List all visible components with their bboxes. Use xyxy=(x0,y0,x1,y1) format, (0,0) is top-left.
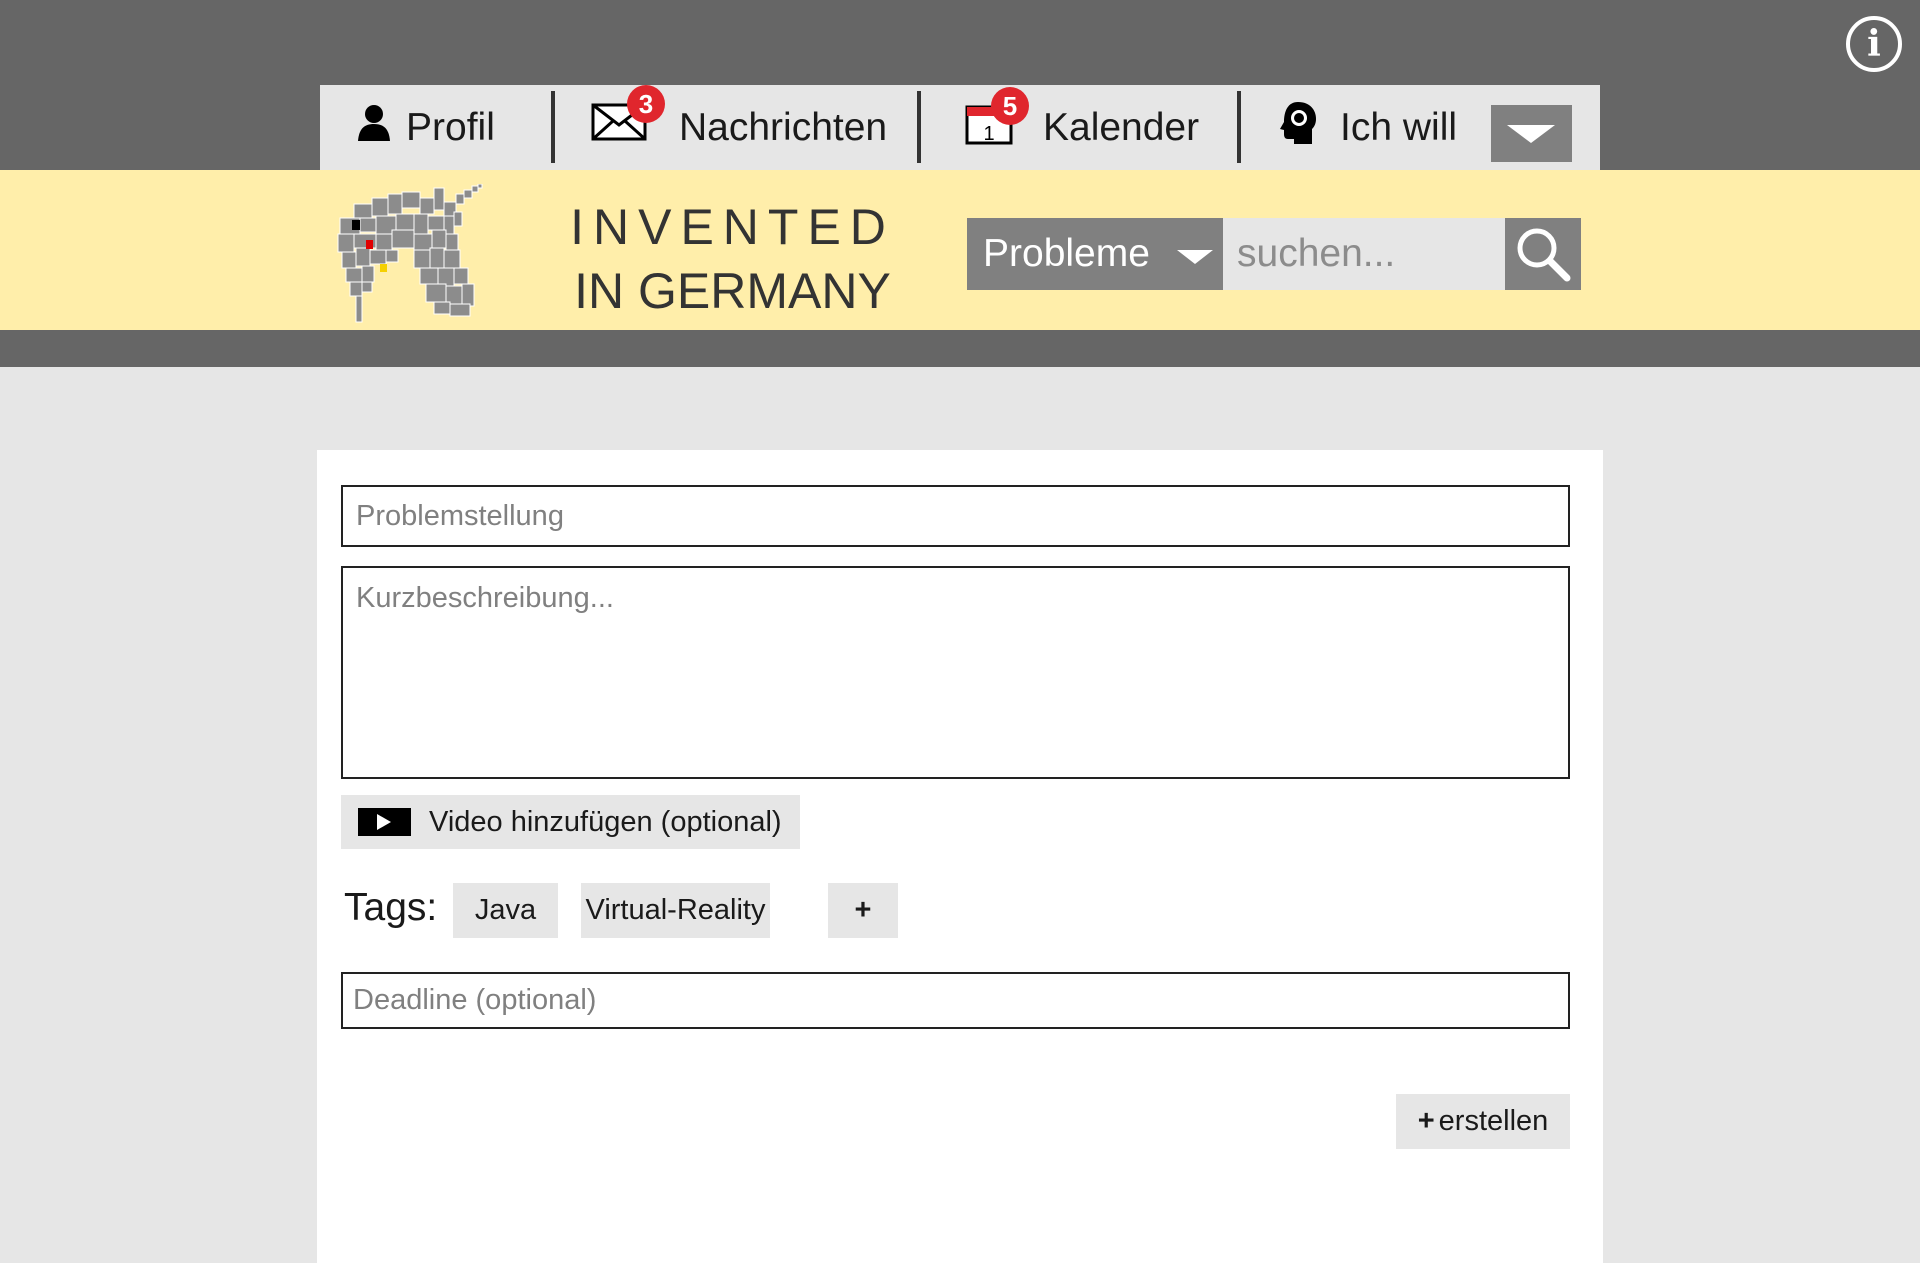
head-idea-icon xyxy=(1278,100,1318,156)
brand-title-line1: INVENTED xyxy=(570,199,895,255)
nav-item-nachrichten[interactable]: 3 Nachrichten xyxy=(591,84,888,170)
play-icon xyxy=(358,808,411,836)
nav-label-nachrichten: Nachrichten xyxy=(679,105,888,149)
user-icon xyxy=(356,104,392,152)
envelope-icon: 3 xyxy=(591,84,665,153)
add-video-label: Video hinzufügen (optional) xyxy=(429,805,782,838)
nav-label-profil: Profil xyxy=(406,105,495,149)
plus-icon: + xyxy=(1417,1105,1435,1137)
search-category-select[interactable]: Probleme xyxy=(967,218,1223,290)
create-problem-form: Video hinzufügen (optional) Tags: Java V… xyxy=(317,450,1603,1263)
search-icon xyxy=(1517,228,1571,282)
nav-divider xyxy=(1237,91,1241,163)
calendar-icon: 1 5 xyxy=(965,86,1029,155)
header-bottom-bar xyxy=(0,330,1920,367)
description-field[interactable] xyxy=(341,566,1570,779)
calendar-day-number: 1 xyxy=(983,123,994,145)
problem-title-field[interactable] xyxy=(341,485,1570,547)
deadline-field[interactable] xyxy=(341,972,1570,1029)
unicorn-pixel-logo xyxy=(337,184,483,323)
calendar-count-badge: 5 xyxy=(991,86,1029,125)
message-count-badge: 3 xyxy=(627,84,665,123)
caret-down-icon xyxy=(1177,250,1213,264)
create-button-label: erstellen xyxy=(1438,1105,1549,1137)
search-button[interactable] xyxy=(1505,218,1581,290)
add-video-button[interactable]: Video hinzufügen (optional) xyxy=(341,795,800,849)
search-input[interactable] xyxy=(1223,218,1505,290)
search-category-label: Probleme xyxy=(983,232,1150,275)
tag-java[interactable]: Java xyxy=(453,883,558,938)
add-tag-button[interactable]: + xyxy=(828,883,898,938)
brand-bar xyxy=(0,170,1920,330)
tag-virtual-reality[interactable]: Virtual-Reality xyxy=(581,883,770,938)
nav-label-kalender: Kalender xyxy=(1043,105,1200,149)
chevron-down-icon[interactable] xyxy=(1491,105,1572,162)
nav-divider xyxy=(917,91,921,163)
main-nav: Profil 3 Nachrichten 1 5 Kalender Ich wi… xyxy=(320,84,1600,170)
nav-item-kalender[interactable]: 1 5 Kalender xyxy=(965,85,1199,170)
nav-item-ich-will[interactable]: Ich will xyxy=(1278,85,1457,170)
brand-title-line2: IN GERMANY xyxy=(574,263,891,319)
nav-divider xyxy=(551,91,555,163)
create-button[interactable]: + erstellen xyxy=(1396,1094,1570,1149)
nav-item-profil[interactable]: Profil xyxy=(356,85,495,170)
tags-label: Tags: xyxy=(344,886,438,929)
info-icon[interactable]: i xyxy=(1846,16,1902,72)
nav-label-ich-will: Ich will xyxy=(1340,105,1458,149)
